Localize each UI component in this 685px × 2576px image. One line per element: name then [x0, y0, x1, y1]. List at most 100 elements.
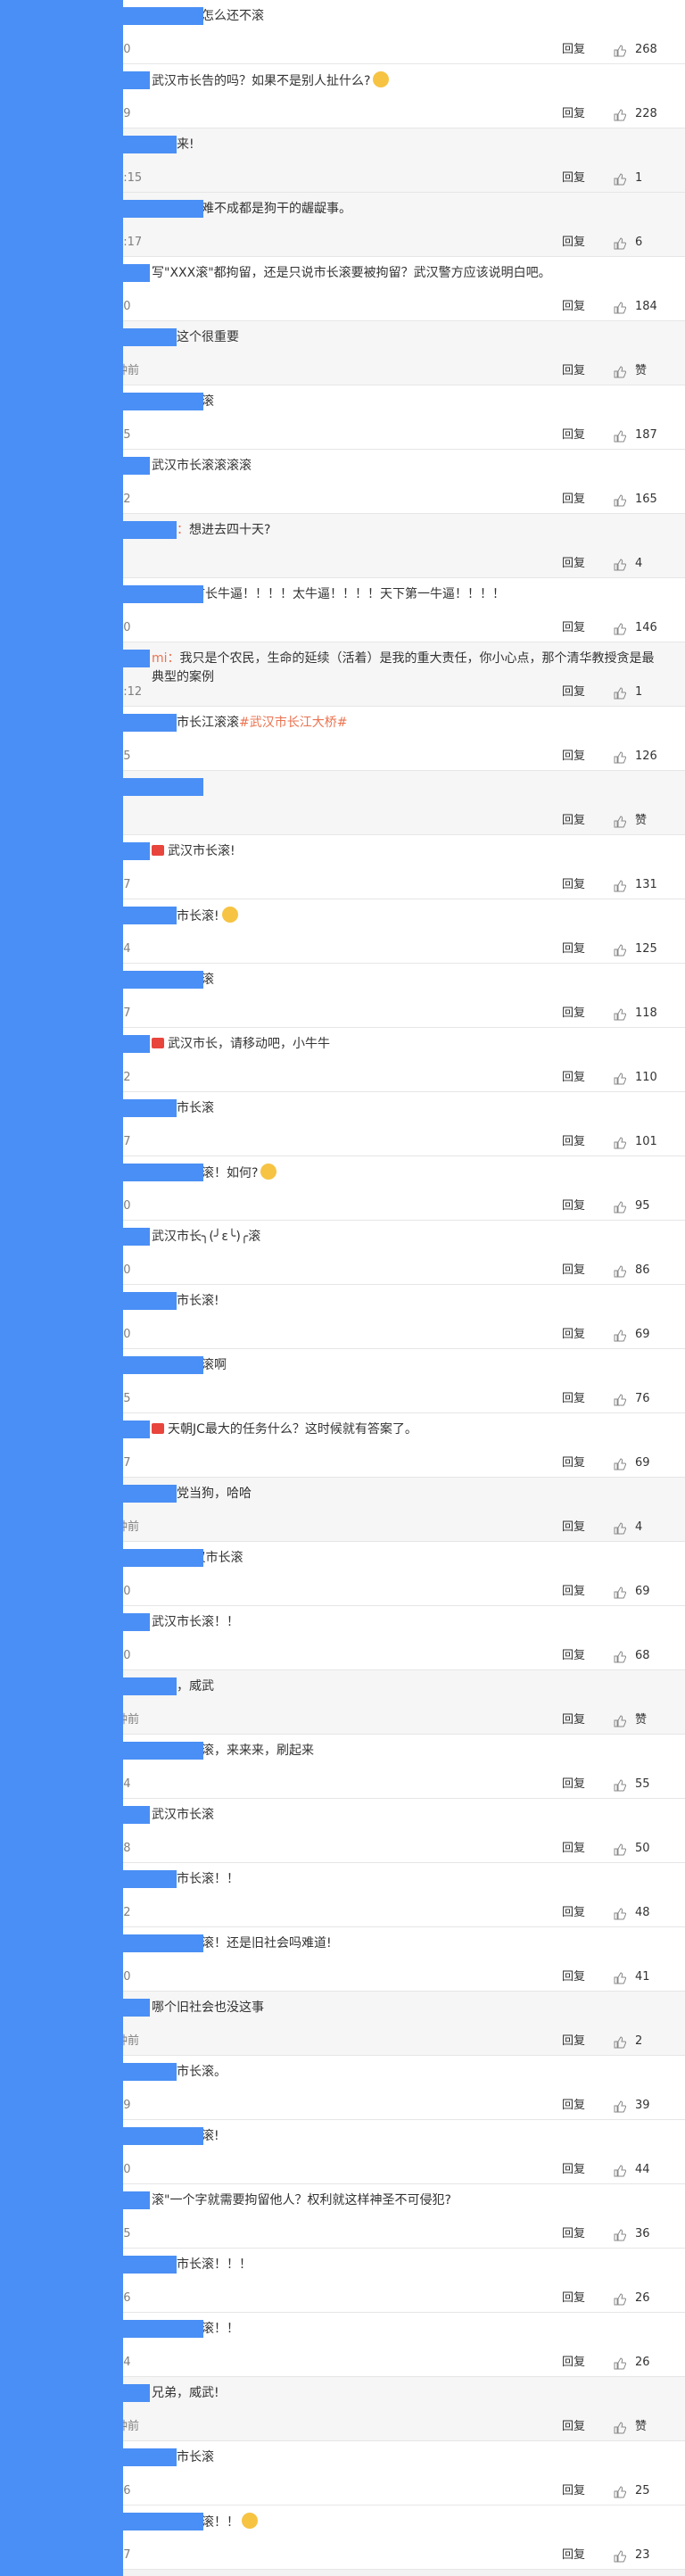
comment-text: 武汉市长滚啊: [152, 1356, 658, 1375]
like-icon[interactable]: [614, 1073, 626, 1085]
reply-button[interactable]: 回复: [562, 2224, 585, 2241]
reply-button[interactable]: 回复: [562, 232, 585, 249]
reply-button[interactable]: 回复: [562, 1324, 585, 1341]
like-icon[interactable]: [614, 173, 626, 186]
like-icon[interactable]: [614, 2293, 626, 2306]
like-icon[interactable]: [614, 1522, 626, 1535]
like-icon[interactable]: [614, 623, 626, 635]
reply-button[interactable]: 回复: [562, 617, 585, 634]
redacted-username: [123, 1999, 150, 2017]
like-icon[interactable]: [614, 1715, 626, 1727]
reply-button[interactable]: 回复: [562, 2159, 585, 2176]
like-count: 赞: [635, 814, 648, 827]
reply-button[interactable]: 回复: [562, 425, 585, 442]
like-icon[interactable]: [614, 2100, 626, 2113]
reply-button[interactable]: 回复: [562, 1260, 585, 1277]
comment-body: 兄弟，威武!: [152, 2386, 219, 2400]
comment-text: 天朝JC最大的任务什么？这时候就有答案了。: [152, 1421, 658, 1439]
reply-button[interactable]: 回复: [562, 1517, 585, 1534]
comment-text: 武汉市长滚！还是旧社会吗难道!: [152, 1934, 658, 1953]
reply-button[interactable]: 回复: [562, 874, 585, 891]
like-icon[interactable]: [614, 2229, 626, 2241]
like-icon[interactable]: [614, 1265, 626, 1278]
like-icon[interactable]: [614, 1843, 626, 1856]
like-icon[interactable]: [614, 1137, 626, 1149]
like-icon[interactable]: [614, 494, 626, 507]
reply-button[interactable]: 回复: [562, 296, 585, 313]
like-icon[interactable]: [614, 1201, 626, 1213]
reply-username[interactable]: mi：: [152, 651, 180, 666]
like-icon[interactable]: [614, 1908, 626, 1920]
reply-button[interactable]: 回复: [562, 2545, 585, 2562]
reply-button[interactable]: 回复: [562, 2288, 585, 2305]
reply-button[interactable]: 回复: [562, 104, 585, 120]
reply-button[interactable]: 回复: [562, 39, 585, 56]
redacted-username: [123, 1228, 150, 1246]
smiley-emoji-icon: [373, 71, 390, 87]
reply-button[interactable]: 回复: [562, 168, 585, 185]
like-icon[interactable]: [614, 302, 626, 314]
like-icon[interactable]: [614, 816, 626, 828]
reply-button[interactable]: 回复: [562, 489, 585, 506]
like-icon[interactable]: [614, 880, 626, 892]
like-icon[interactable]: [614, 430, 626, 443]
reply-button[interactable]: 回复: [562, 682, 585, 699]
like-icon[interactable]: [614, 944, 626, 957]
like-icon[interactable]: [614, 1458, 626, 1470]
like-icon[interactable]: [614, 1394, 626, 1406]
redacted-username: [123, 2191, 150, 2209]
like-icon[interactable]: [614, 237, 626, 250]
reply-button[interactable]: 回复: [562, 1196, 585, 1213]
reply-button[interactable]: 回复: [562, 1453, 585, 1470]
comment-text: 哪个旧社会也没这事: [152, 1999, 658, 2017]
like-icon[interactable]: [614, 1586, 626, 1599]
reply-button[interactable]: 回复: [562, 939, 585, 956]
reply-button[interactable]: 回复: [562, 2416, 585, 2433]
reply-button[interactable]: 回复: [562, 810, 585, 827]
like-icon[interactable]: [614, 2486, 626, 2498]
like-icon[interactable]: [614, 1008, 626, 1021]
reply-button[interactable]: 回复: [562, 1388, 585, 1405]
reply-button[interactable]: 回复: [562, 1581, 585, 1598]
like-icon[interactable]: [614, 1651, 626, 1663]
like-icon[interactable]: [614, 2357, 626, 2370]
like-icon[interactable]: [614, 1329, 626, 1342]
like-count: 165: [635, 493, 657, 506]
reply-button[interactable]: 回复: [562, 1902, 585, 1919]
comment-text: 来啊 武汉市长滚: [152, 1549, 658, 1568]
reply-button[interactable]: 回复: [562, 360, 585, 377]
like-icon[interactable]: [614, 1972, 626, 1984]
comment-body: 武汉市长╮(╯ε╰)╭滚: [152, 1230, 261, 1244]
reply-button[interactable]: 回复: [562, 1838, 585, 1855]
reply-button[interactable]: 回复: [562, 1067, 585, 1084]
like-icon[interactable]: [614, 687, 626, 700]
like-icon[interactable]: [614, 366, 626, 378]
reply-button[interactable]: 回复: [562, 1131, 585, 1148]
reply-button[interactable]: 回复: [562, 1645, 585, 1662]
reply-button[interactable]: 回复: [562, 1774, 585, 1791]
reply-button[interactable]: 回复: [562, 1967, 585, 1984]
redacted-username: [123, 1035, 150, 1053]
reply-button[interactable]: 回复: [562, 2481, 585, 2497]
like-icon[interactable]: [614, 109, 626, 121]
like-count: 110: [635, 1071, 657, 1084]
smiley-emoji-icon: [242, 2513, 258, 2529]
reply-button[interactable]: 回复: [562, 1003, 585, 1020]
like-icon[interactable]: [614, 45, 626, 57]
reply-button[interactable]: 回复: [562, 746, 585, 763]
like-icon[interactable]: [614, 1779, 626, 1792]
like-icon[interactable]: [614, 2422, 626, 2434]
reply-button[interactable]: 回复: [562, 2095, 585, 2112]
reply-button[interactable]: 回复: [562, 2031, 585, 2048]
like-icon[interactable]: [614, 2165, 626, 2177]
reply-button[interactable]: 回复: [562, 1710, 585, 1727]
hashtag-link[interactable]: #武汉市长江大桥#: [239, 716, 347, 730]
like-icon[interactable]: [614, 2550, 626, 2563]
like-icon[interactable]: [614, 751, 626, 764]
like-icon[interactable]: [614, 559, 626, 571]
redaction-bar: [0, 0, 123, 2576]
redacted-username: [123, 1099, 177, 1117]
reply-button[interactable]: 回复: [562, 2352, 585, 2369]
like-icon[interactable]: [614, 2036, 626, 2049]
reply-button[interactable]: 回复: [562, 553, 585, 570]
